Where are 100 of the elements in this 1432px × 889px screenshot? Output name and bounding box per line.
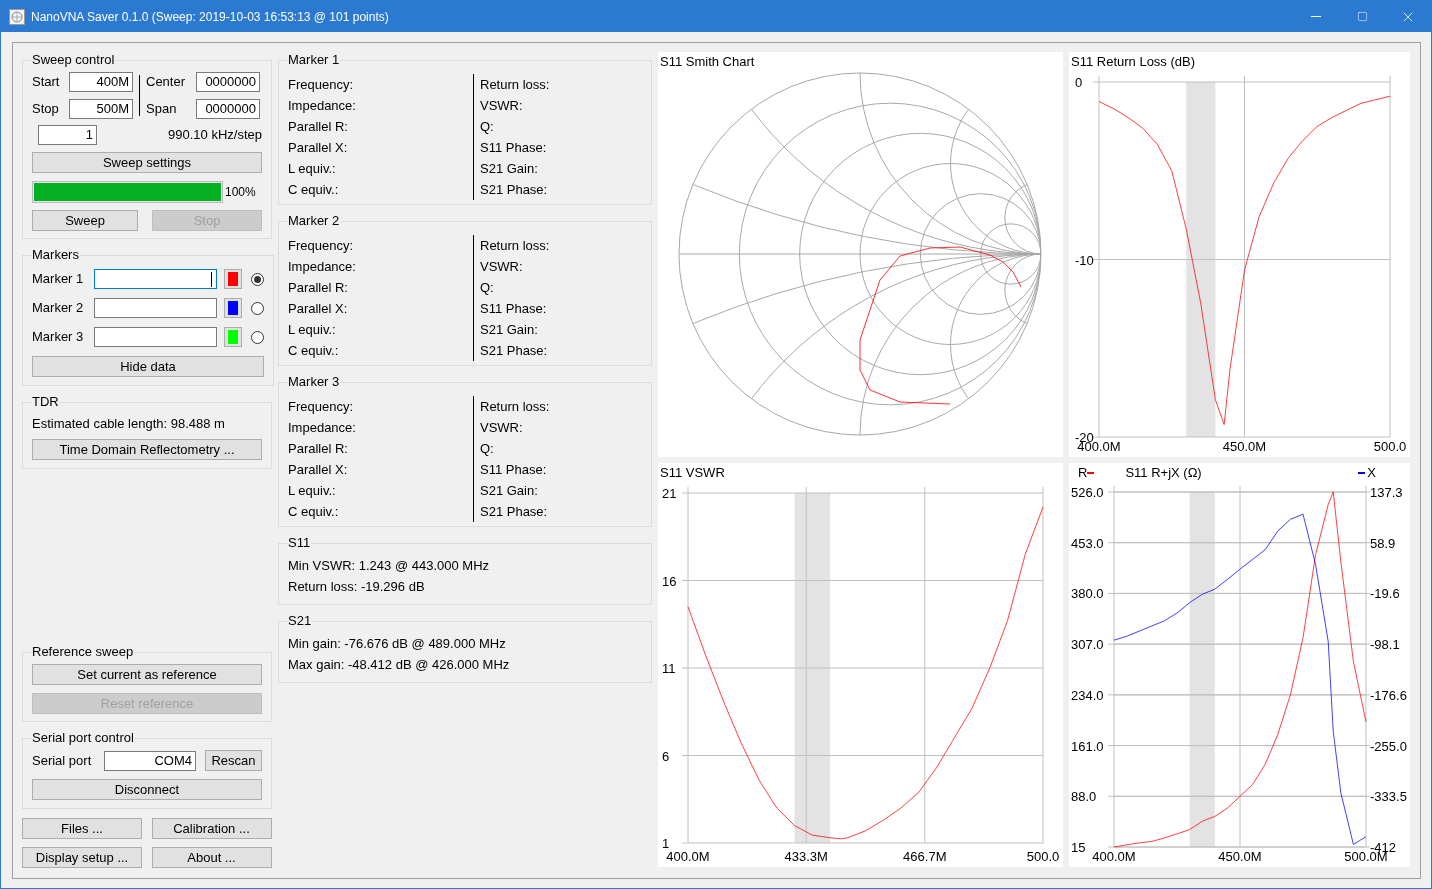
group-title: Markers	[31, 247, 80, 263]
tdr-button[interactable]: Time Domain Reflectometry ...	[32, 438, 262, 460]
axis-label: -10	[1075, 252, 1094, 268]
axis-label: 500.0	[1026, 849, 1060, 864]
axis-label: 161.0	[1071, 738, 1104, 754]
marker-field-label: Parallel R:	[288, 279, 348, 297]
input-field[interactable]: 0000000	[196, 72, 260, 92]
progress-text: 100%	[225, 184, 256, 201]
summary-text: Min gain: -76.676 dB @ 489.000 MHz	[288, 635, 506, 653]
group-title: Marker 1	[287, 52, 341, 68]
axis-label: -255.0	[1370, 738, 1407, 754]
legend-label: R	[1078, 464, 1088, 483]
axis-label: 0	[1075, 75, 1083, 90]
marker-field-label: Parallel X:	[288, 461, 348, 479]
axis-label: 400.0M	[1092, 849, 1136, 864]
hide-data-button[interactable]: Hide data	[32, 356, 264, 377]
axis-label: 16	[662, 573, 677, 589]
reference-button[interactable]: Set current as reference	[32, 664, 262, 685]
menu-button[interactable]: About ...	[151, 847, 272, 868]
input-field[interactable]: 0000000	[196, 99, 260, 119]
marker-field-label: S21 Phase:	[480, 503, 548, 521]
summary-text: Return loss: -19.296 dB	[288, 578, 425, 596]
chart-title: S11 Return Loss (dB)	[1071, 53, 1196, 72]
axis-label: 1	[662, 836, 670, 851]
marker-field-label: VSWR:	[480, 419, 523, 437]
marker-field-label: S21 Gain:	[480, 160, 538, 178]
group-title: Reference sweep	[31, 644, 135, 660]
cable-length-text: Estimated cable length: 98.488 m	[32, 415, 226, 433]
radio-button[interactable]	[251, 301, 264, 315]
field-label: Marker 1	[32, 270, 85, 289]
menu-button[interactable]: Files ...	[22, 818, 142, 839]
legend-label: X	[1367, 464, 1376, 483]
marker-field-label: Frequency:	[288, 237, 354, 255]
marker-field-label: Return loss:	[480, 76, 550, 94]
axis-label: 234.0	[1071, 687, 1104, 703]
marker-field-label: Parallel R:	[288, 118, 348, 136]
rescan-button[interactable]: Rescan	[205, 750, 262, 771]
marker-field-label: VSWR:	[480, 97, 523, 115]
marker-field-label: Parallel X:	[288, 300, 348, 318]
marker-field-label: L equiv.:	[288, 482, 336, 500]
field-label: Span	[146, 100, 178, 119]
input-field[interactable]	[94, 298, 217, 318]
axis-label: 466.7M	[903, 849, 947, 864]
marker-field-label: Q:	[480, 279, 494, 297]
color-button[interactable]	[224, 327, 242, 347]
input-field[interactable]	[94, 269, 217, 289]
marker-field-label: L equiv.:	[288, 321, 336, 339]
sweep-settings-button[interactable]: Sweep settings	[32, 152, 262, 173]
text-cursor	[211, 271, 212, 287]
marker-field-label: Q:	[480, 440, 494, 458]
marker-field-label: Frequency:	[288, 398, 354, 416]
marker-field-label: Return loss:	[480, 398, 550, 416]
axis-label: 6	[662, 748, 670, 764]
marker-field-label: S21 Gain:	[480, 321, 538, 339]
minimize-icon	[1311, 16, 1321, 17]
menu-button[interactable]: Display setup ...	[22, 847, 142, 868]
axis-label: -333.5	[1370, 789, 1407, 805]
menu-button[interactable]: Calibration ...	[151, 818, 272, 839]
marker-field-label: Parallel X:	[288, 139, 348, 157]
axis-label: 380.0	[1071, 586, 1104, 602]
marker-field-label: S21 Phase:	[480, 181, 548, 199]
marker-field-label: C equiv.:	[288, 181, 339, 199]
marker-field-label: S21 Phase:	[480, 342, 548, 360]
axis-label: 58.9	[1370, 535, 1396, 551]
axis-label: 453.0	[1071, 535, 1104, 551]
axis-label: 450.0M	[1218, 849, 1262, 864]
disconnect-button[interactable]: Disconnect	[32, 779, 262, 800]
marker-field-label: S11 Phase:	[480, 139, 547, 157]
marker-field-label: Impedance:	[288, 258, 356, 276]
axis-label: 400.0M	[666, 849, 710, 864]
input-field[interactable]	[94, 327, 217, 347]
axis-label: 15	[1071, 840, 1086, 855]
marker-field-label: L equiv.:	[288, 160, 336, 178]
chart-title: S11 VSWR	[660, 464, 725, 483]
maximize-icon	[1356, 11, 1368, 22]
axis-label: -19.6	[1370, 586, 1400, 602]
radio-button[interactable]	[251, 272, 264, 286]
axis-label: 11	[662, 661, 676, 676]
input-field[interactable]: COM4	[104, 750, 196, 771]
field-label: 990.10 kHz/step	[168, 126, 262, 145]
group-title: S11	[287, 535, 312, 551]
group-title: Marker 3	[287, 374, 341, 390]
axis-label: 433.3M	[784, 849, 828, 864]
marker-field-label: S11 Phase:	[480, 300, 547, 318]
field-label: Stop	[32, 100, 60, 119]
input-field[interactable]: 500M	[69, 99, 133, 119]
field-label: Center	[146, 73, 187, 92]
chart-title: S11 Smith Chart	[660, 53, 755, 72]
marker-field-label: Frequency:	[288, 76, 354, 94]
sweep-button[interactable]: Sweep	[32, 210, 138, 231]
chart-title: S11 R+jX (Ω)	[1125, 464, 1202, 483]
axis-label: 88.0	[1071, 789, 1097, 805]
color-button[interactable]	[224, 298, 242, 318]
radio-button[interactable]	[251, 330, 264, 344]
color-button[interactable]	[224, 269, 242, 289]
marker-field-label: Return loss:	[480, 237, 550, 255]
input-field[interactable]: 1	[38, 125, 97, 145]
input-field[interactable]: 400M	[69, 72, 133, 92]
field-label: Marker 3	[32, 328, 85, 347]
group-title: S21	[287, 613, 313, 629]
